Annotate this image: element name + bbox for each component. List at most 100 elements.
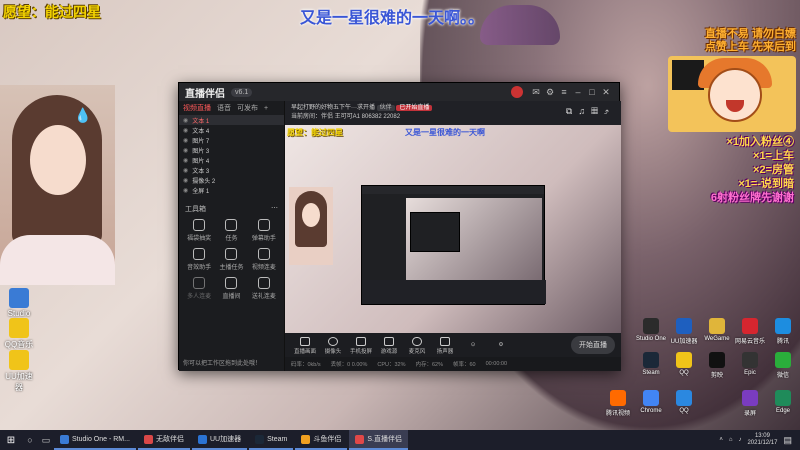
tool-video-link[interactable]: 视频连麦 — [248, 246, 280, 271]
desktop-icon[interactable]: 微信 — [765, 352, 800, 379]
search-icon[interactable]: ○ — [22, 435, 38, 445]
stream-title[interactable]: 早起打野的好物五下午···求开播 — [291, 105, 375, 111]
tab-publish[interactable]: 可发布 — [237, 103, 258, 113]
eye-icon[interactable]: ◉ — [183, 127, 188, 134]
notification-icon[interactable]: ▤ — [783, 435, 792, 446]
steam-icon — [643, 352, 659, 368]
tool-lottery[interactable]: 福袋抽奖 — [183, 217, 215, 242]
more-icon[interactable]: ⋯ — [271, 204, 278, 214]
maximize-icon[interactable]: □ — [585, 87, 599, 97]
app-logo: 直播伴侣 — [185, 88, 225, 100]
desktop-icon[interactable]: Epic — [732, 352, 768, 376]
eye-icon[interactable]: ◉ — [183, 147, 188, 154]
microphone-button[interactable]: 麦克风 — [403, 336, 431, 355]
eye-icon[interactable]: ◉ — [183, 117, 188, 124]
chevron-up-icon[interactable]: ˄ — [719, 437, 723, 443]
desktop-icon[interactable]: UU加速器 — [2, 350, 36, 393]
tool-multi-link[interactable]: 多人连麦 — [183, 275, 215, 300]
taskbar-app[interactable]: Studio One - RM... — [54, 430, 136, 450]
tab-video[interactable]: 视频直播 — [183, 103, 211, 113]
taskbar-app[interactable]: 无敌伴侣 — [137, 430, 190, 450]
source-item[interactable]: ◉ 图片 4 — [179, 155, 284, 165]
desktop-icon[interactable]: QQ — [666, 390, 702, 414]
speaker-icon — [440, 336, 450, 346]
screen-capture-button[interactable]: 直播画面 — [291, 336, 319, 355]
minimize-icon[interactable]: – — [571, 87, 585, 97]
qq-icon — [676, 390, 692, 406]
source-item[interactable]: ◉ 图片 7 — [179, 135, 284, 145]
sound-icon — [193, 248, 206, 260]
phone-cast-button[interactable]: 手机投屏 — [347, 336, 375, 355]
add-scene-button[interactable]: + — [264, 105, 268, 112]
menu-icon[interactable]: ≡ — [557, 87, 571, 97]
share-icon[interactable]: ⤴ — [604, 106, 615, 116]
tool-gift-link[interactable]: 送礼连麦 — [248, 275, 280, 300]
streaming-app-window[interactable]: 直播伴侣 v6.1 ✉ ⚙ ≡ – □ ✕ 视频直播 语音 可发布 + ◉ 文本 … — [178, 82, 621, 371]
rules-overlay: 直播不易 请勿白嫖 点赞上车 先来后到 — [704, 28, 796, 53]
source-item[interactable]: ◉ 图片 3 — [179, 145, 284, 155]
taskbar-app[interactable]: S.直播伴侣 — [349, 430, 408, 450]
windows-start-icon[interactable]: ⊞ — [0, 435, 22, 446]
start-live-button[interactable]: 开始直播 — [571, 336, 615, 354]
header-actions: ⧉♫▦⤴ — [566, 107, 615, 116]
record-icon[interactable]: ⧉ — [566, 106, 578, 116]
settings-small-icon[interactable]: ⚙ — [487, 342, 515, 348]
eye-icon[interactable]: ◉ — [183, 157, 188, 164]
taskbar-app[interactable]: Steam — [249, 430, 294, 450]
taskbar-app[interactable]: UU加速器 — [191, 430, 248, 450]
message-icon[interactable]: ✉ — [529, 87, 543, 98]
status-bar: 码率：0kb/s 丢帧：0 0.00% CPU：32% 内存：62% 帧率：60… — [285, 357, 621, 371]
title-bar[interactable]: 直播伴侣 v6.1 ✉ ⚙ ≡ – □ ✕ — [179, 83, 619, 101]
source-item[interactable]: ◉ 文本 4 — [179, 125, 284, 135]
source-item[interactable]: ◉ 全屏 1 — [179, 185, 284, 195]
source-item[interactable]: ◉ 文本 1 — [179, 115, 284, 125]
desktop-icon[interactable]: 网易云音乐 — [732, 318, 768, 345]
desktop-icon[interactable]: UU加速器 — [666, 318, 702, 345]
volume-icon[interactable]: ♪ — [738, 437, 741, 443]
desktop-icon[interactable]: 录屏 — [732, 390, 768, 417]
tab-voice[interactable]: 语音 — [217, 103, 231, 113]
eye-icon[interactable]: ◉ — [183, 187, 188, 194]
layout-icon[interactable]: ▦ — [591, 106, 604, 116]
game-source-button[interactable]: 游戏源 — [375, 336, 403, 355]
avatar[interactable] — [511, 86, 523, 98]
clock[interactable]: 13:09 2021/12/17 — [747, 433, 777, 447]
desktop-icon[interactable]: Steam — [633, 352, 669, 376]
network-icon[interactable]: ⌂ — [729, 437, 733, 443]
camera-button[interactable]: 摄像头 — [319, 336, 347, 355]
mic-icon — [412, 336, 422, 346]
tool-danmaku[interactable]: 弹幕助手 — [248, 217, 280, 242]
desktop-icon[interactable]: 腾讯 — [765, 318, 800, 345]
desktop-icon[interactable]: 剪映 — [699, 352, 735, 379]
tool-host-task[interactable]: 主播任务 — [215, 246, 247, 271]
desktop-icon[interactable]: Chrome — [633, 390, 669, 414]
source-item[interactable]: ◉ 文本 3 — [179, 165, 284, 175]
settings-icon[interactable]: ⚙ — [543, 87, 557, 98]
stream-preview[interactable]: 愿望：能过四星 又是一星很难的一天啊 — [285, 125, 621, 333]
tool-sound[interactable]: 音效助手 — [183, 246, 215, 271]
desktop-icon[interactable]: Studio One — [633, 318, 669, 342]
taskbar-app[interactable]: 斗鱼伴侣 — [295, 430, 348, 450]
record-button[interactable]: ⊙ — [459, 342, 487, 348]
desktop-icon[interactable]: 腾讯视频 — [600, 390, 636, 417]
desktop-icon[interactable]: QQ音乐 — [2, 318, 36, 350]
desktop-icon[interactable]: QQ — [666, 352, 702, 376]
close-icon[interactable]: ✕ — [599, 87, 613, 98]
eye-icon[interactable]: ◉ — [183, 137, 188, 144]
eye-icon[interactable]: ◉ — [183, 177, 188, 184]
desktop-icon[interactable]: Edge — [765, 390, 800, 414]
bell-icon[interactable]: ♫ — [578, 106, 591, 116]
task-view-icon[interactable]: ▭ — [38, 435, 54, 446]
eye-icon[interactable]: ◉ — [183, 167, 188, 174]
companion-icon — [143, 434, 153, 444]
users-icon — [193, 277, 206, 289]
desktop-icon[interactable]: WeGame — [699, 318, 735, 342]
accelerator-icon — [676, 318, 692, 334]
sweat-drop-icon: 💧 — [74, 107, 92, 123]
source-item[interactable]: ◉ 摄像头 2 — [179, 175, 284, 185]
tool-task[interactable]: 任务 — [215, 217, 247, 242]
tool-room[interactable]: 直播间 — [215, 275, 247, 300]
qq-icon — [676, 352, 692, 368]
speaker-button[interactable]: 扬声器 — [431, 336, 459, 355]
wegame-icon — [709, 318, 725, 334]
